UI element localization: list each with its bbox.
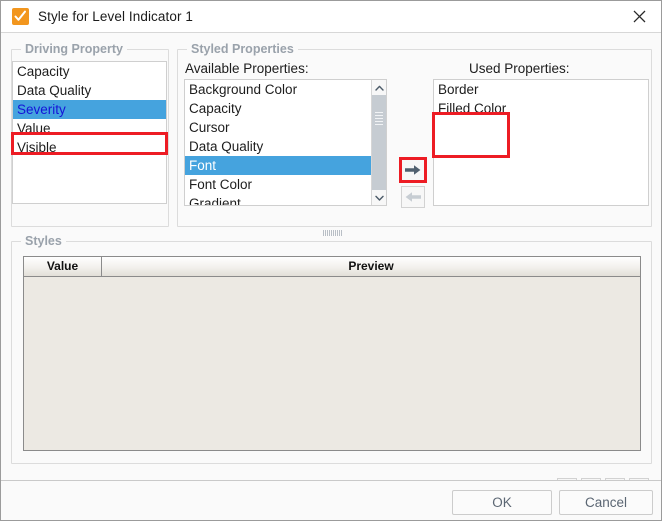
list-item-label: Border bbox=[438, 82, 479, 97]
styles-table-body[interactable] bbox=[24, 277, 640, 450]
scroll-up-icon[interactable] bbox=[372, 80, 386, 95]
splitter-grip-icon[interactable] bbox=[316, 229, 348, 237]
used-properties-label: Used Properties: bbox=[469, 61, 570, 76]
styles-table-header: Value Preview bbox=[24, 257, 640, 277]
list-item-selected[interactable]: Font bbox=[185, 156, 371, 175]
arrow-right-icon[interactable] bbox=[401, 159, 425, 181]
column-header-preview[interactable]: Preview bbox=[102, 257, 640, 276]
styles-group-title: Styles bbox=[21, 234, 66, 248]
list-item[interactable]: Border bbox=[434, 80, 648, 99]
available-properties-list[interactable]: Background Color Capacity Cursor Data Qu… bbox=[184, 79, 387, 206]
list-item[interactable]: Capacity bbox=[185, 99, 371, 118]
driving-property-group-title: Driving Property bbox=[21, 42, 127, 56]
column-header-value[interactable]: Value bbox=[24, 257, 102, 276]
list-item[interactable]: Value bbox=[13, 119, 166, 138]
scrollbar-thumb[interactable] bbox=[372, 95, 386, 145]
list-item-label: Value bbox=[17, 121, 51, 136]
scroll-down-icon[interactable] bbox=[372, 190, 386, 205]
scrollbar-grip-icon bbox=[375, 112, 383, 128]
styles-group: Styles Value Preview bbox=[11, 234, 652, 464]
dialog-footer: OK Cancel bbox=[1, 480, 661, 520]
list-item[interactable]: Font Color bbox=[185, 175, 371, 194]
list-item-label: Severity bbox=[17, 102, 66, 117]
scrollbar-track[interactable] bbox=[372, 95, 386, 190]
list-item-label: Cursor bbox=[189, 120, 230, 135]
driving-property-list[interactable]: Capacity Data Quality Severity Value Vis… bbox=[12, 61, 167, 204]
style-dialog-window: Style for Level Indicator 1 Driving Prop… bbox=[0, 0, 662, 521]
list-item-label: Font Color bbox=[189, 177, 253, 192]
list-item-label: Capacity bbox=[189, 101, 242, 116]
list-item[interactable]: Background Color bbox=[185, 80, 371, 99]
list-item[interactable]: Data Quality bbox=[13, 81, 166, 100]
arrow-left-icon[interactable] bbox=[401, 186, 425, 208]
list-item[interactable]: Capacity bbox=[13, 62, 166, 81]
styles-table: Value Preview bbox=[23, 256, 641, 451]
list-item-label: Visible bbox=[17, 140, 57, 155]
list-item-label: Capacity bbox=[17, 64, 70, 79]
cancel-button[interactable]: Cancel bbox=[559, 490, 653, 515]
list-item[interactable]: Filled Color bbox=[434, 99, 648, 118]
ok-button[interactable]: OK bbox=[452, 490, 552, 515]
list-item-label: Gradient bbox=[189, 196, 241, 206]
list-item-selected[interactable]: Severity bbox=[13, 100, 166, 119]
dialog-body: Driving Property Capacity Data Quality S… bbox=[1, 33, 661, 498]
list-item[interactable]: Visible bbox=[13, 138, 166, 157]
used-properties-list[interactable]: Border Filled Color bbox=[433, 79, 649, 206]
list-item[interactable]: Data Quality bbox=[185, 137, 371, 156]
checkmark-icon bbox=[12, 8, 29, 25]
list-item-label: Filled Color bbox=[438, 101, 507, 116]
list-item-label: Data Quality bbox=[189, 139, 264, 154]
window-title: Style for Level Indicator 1 bbox=[38, 9, 194, 24]
list-item-label: Data Quality bbox=[17, 83, 92, 98]
available-properties-label: Available Properties: bbox=[185, 61, 309, 76]
list-item-label: Font bbox=[189, 158, 217, 173]
list-item[interactable]: Gradient bbox=[185, 194, 371, 206]
close-icon[interactable] bbox=[617, 1, 661, 32]
title-bar: Style for Level Indicator 1 bbox=[1, 1, 661, 33]
list-item-label: Background Color bbox=[189, 82, 298, 97]
styled-properties-group-title: Styled Properties bbox=[187, 42, 298, 56]
available-list-scrollbar[interactable] bbox=[371, 80, 386, 205]
list-item[interactable]: Cursor bbox=[185, 118, 371, 137]
